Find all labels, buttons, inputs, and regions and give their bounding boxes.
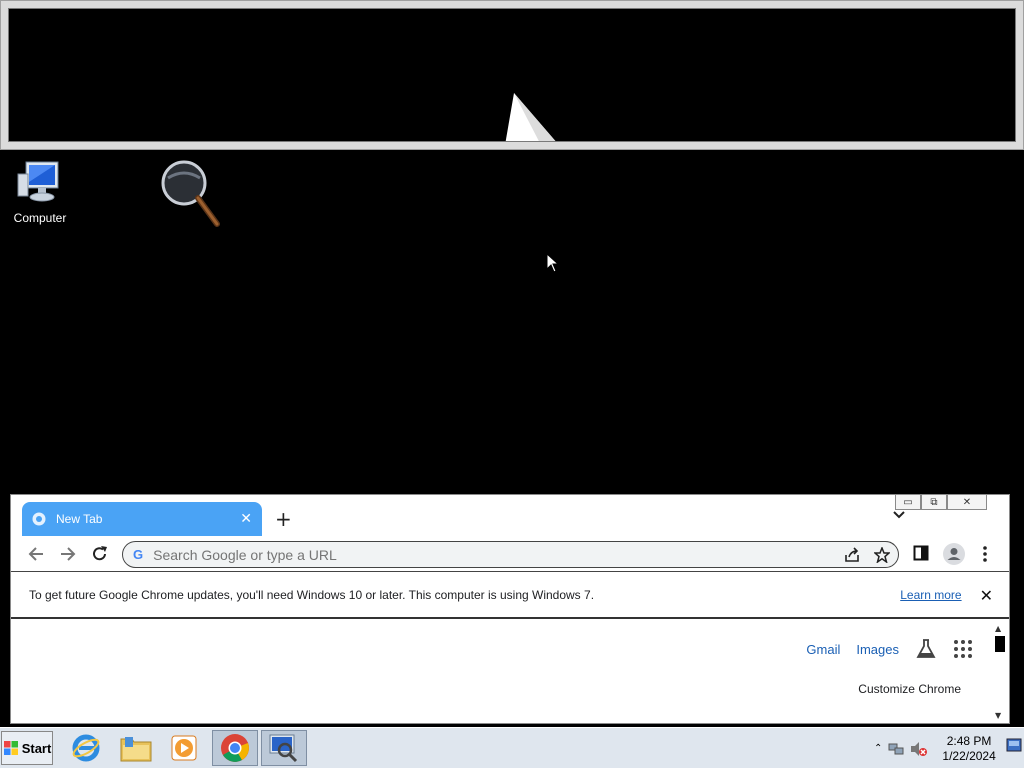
side-panel-icon[interactable] bbox=[913, 545, 929, 561]
tab-strip: New Tab ✕ + bbox=[11, 495, 1009, 536]
share-icon[interactable] bbox=[844, 547, 860, 563]
browser-toolbar: G bbox=[11, 536, 1009, 572]
infobar-message: To get future Google Chrome updates, you… bbox=[29, 588, 595, 602]
back-arrow-icon[interactable] bbox=[27, 545, 45, 563]
address-bar[interactable]: G bbox=[122, 541, 899, 568]
magnifier-icon bbox=[161, 160, 220, 227]
new-tab-page: Gmail Images Customize Chrome ▲ ▼ bbox=[11, 620, 1009, 723]
forward-arrow-icon[interactable] bbox=[59, 545, 77, 563]
magnifier-app-icon bbox=[269, 734, 298, 763]
images-link[interactable]: Images bbox=[856, 642, 899, 657]
ntp-header-links: Gmail Images bbox=[806, 638, 973, 660]
clock-time: 2:48 PM bbox=[946, 733, 992, 748]
tab-close-icon[interactable]: ✕ bbox=[240, 511, 252, 527]
vertical-scrollbar[interactable]: ▲ ▼ bbox=[993, 624, 1007, 720]
desktop-icon-magnifier[interactable] bbox=[148, 158, 228, 233]
menu-kebab-icon[interactable] bbox=[981, 545, 989, 563]
close-window-button[interactable]: ✕ bbox=[947, 495, 987, 510]
labs-flask-icon[interactable] bbox=[915, 638, 937, 660]
magnifier-view bbox=[8, 8, 1016, 142]
customize-chrome-button[interactable]: Customize Chrome bbox=[858, 682, 961, 696]
clock-date: 1/22/2024 bbox=[942, 748, 996, 763]
taskbar-clock[interactable]: 2:48 PM 1/22/2024 bbox=[942, 734, 995, 764]
learn-more-link[interactable]: Learn more bbox=[900, 588, 961, 602]
chrome-window[interactable]: New Tab ✕ + ▭ ⧉ ✕ G Search Google or typ… bbox=[10, 494, 1010, 724]
close-icon[interactable]: ✕ bbox=[980, 586, 993, 605]
internet-explorer-icon bbox=[72, 734, 100, 762]
chrome-icon bbox=[221, 734, 249, 762]
minimize-button[interactable]: ▭ bbox=[895, 495, 921, 510]
tab-title: New Tab bbox=[56, 512, 103, 526]
network-icon[interactable] bbox=[888, 741, 904, 757]
reload-icon[interactable] bbox=[91, 545, 109, 563]
update-infobar: To get future Google Chrome updates, you… bbox=[11, 573, 1009, 619]
desktop-icon-label: Computer bbox=[13, 211, 67, 225]
taskbar-app-media-player[interactable] bbox=[161, 730, 207, 766]
media-player-icon bbox=[171, 735, 197, 761]
taskbar-app-chrome[interactable] bbox=[212, 730, 258, 766]
apps-grid-icon[interactable] bbox=[953, 639, 973, 659]
windows-logo-icon bbox=[3, 741, 18, 755]
computer-icon bbox=[17, 161, 59, 202]
chevron-down-icon[interactable] bbox=[893, 511, 905, 519]
scrollbar-thumb[interactable] bbox=[995, 636, 1005, 652]
mouse-pointer-icon bbox=[546, 253, 560, 273]
start-label: Start bbox=[21, 740, 52, 756]
scroll-down-icon[interactable]: ▼ bbox=[995, 711, 1001, 720]
gmail-link[interactable]: Gmail bbox=[806, 642, 840, 657]
bookmark-star-icon[interactable] bbox=[874, 547, 890, 563]
taskbar-app-file-explorer[interactable] bbox=[113, 730, 159, 766]
taskbar-app-internet-explorer[interactable] bbox=[63, 730, 109, 766]
restore-button[interactable]: ⧉ bbox=[921, 495, 947, 510]
desktop-icon-computer[interactable]: Computer bbox=[0, 160, 80, 225]
search-input[interactable] bbox=[153, 546, 814, 563]
scroll-up-icon[interactable]: ▲ bbox=[995, 624, 1001, 633]
start-button[interactable]: Start bbox=[1, 731, 53, 765]
chrome-favicon-icon bbox=[32, 512, 46, 526]
desktop-screen: Computer New Tab ✕ + ▭ ⧉ ✕ G Search Goog… bbox=[0, 0, 1024, 768]
window-caption-buttons: ▭ ⧉ ✕ bbox=[895, 495, 987, 510]
folder-icon bbox=[120, 737, 152, 762]
volume-muted-icon[interactable] bbox=[910, 741, 928, 757]
show-desktop-icon[interactable] bbox=[1006, 738, 1022, 752]
profile-avatar-icon[interactable] bbox=[943, 543, 965, 565]
taskbar: Start ⌃ 2:48 PM 1/22/2024 bbox=[0, 727, 1024, 768]
new-tab-button[interactable]: + bbox=[275, 507, 292, 531]
magnified-cursor-icon bbox=[505, 93, 556, 141]
tab-new-tab[interactable]: New Tab ✕ bbox=[22, 502, 262, 536]
show-hidden-icons-icon[interactable]: ⌃ bbox=[874, 743, 882, 754]
system-tray: ⌃ 2:48 PM 1/22/2024 bbox=[868, 728, 1024, 768]
google-g-icon: G bbox=[133, 547, 144, 562]
magnifier-window[interactable] bbox=[0, 0, 1024, 150]
taskbar-app-magnifier[interactable] bbox=[261, 730, 307, 766]
